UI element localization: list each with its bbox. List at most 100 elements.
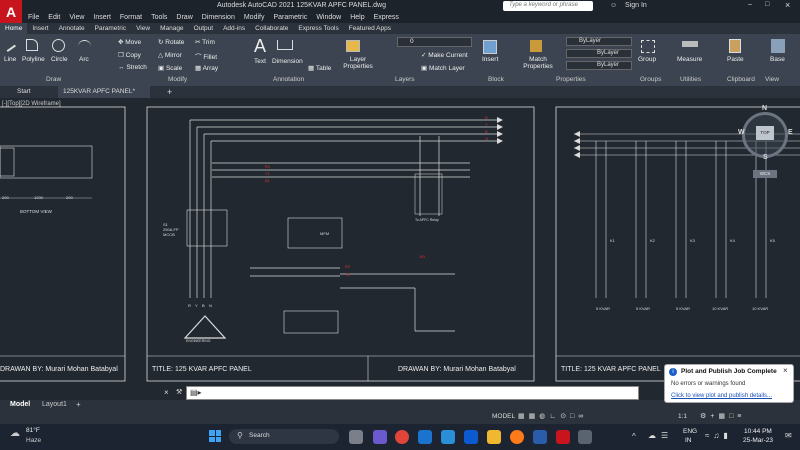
group-icon[interactable]	[641, 40, 655, 53]
file-explorer-icon[interactable]	[487, 430, 501, 444]
menu-express[interactable]: Express	[374, 14, 399, 21]
toast-link[interactable]: Click to view plot and publish details..…	[671, 393, 772, 399]
tab-insert[interactable]: Insert	[27, 23, 53, 34]
scale-tool[interactable]: ▣ Scale	[158, 64, 182, 72]
move-tool[interactable]: ✥ Move	[118, 38, 141, 46]
windows-start-icon[interactable]	[209, 430, 221, 442]
minimize-button[interactable]: –	[748, 1, 752, 8]
group-tool[interactable]: Group	[638, 56, 656, 63]
layer-properties-icon[interactable]	[346, 40, 360, 52]
wifi-volume-battery-icons[interactable]: ≈♫▮	[705, 431, 732, 440]
tab-output[interactable]: Output	[189, 23, 219, 34]
text-icon[interactable]: A	[254, 36, 266, 57]
edge-icon[interactable]	[441, 430, 455, 444]
circle-icon[interactable]	[52, 39, 65, 52]
menu-file[interactable]: File	[28, 14, 39, 21]
paste-icon[interactable]	[729, 39, 741, 53]
arc-icon[interactable]	[78, 40, 91, 53]
layer-properties-tool[interactable]: Layer Properties	[343, 56, 373, 70]
input-region[interactable]: IN	[685, 437, 692, 444]
menu-dimension[interactable]: Dimension	[202, 14, 235, 21]
store-icon[interactable]	[464, 430, 478, 444]
status-tools[interactable]: ⚙+▦□≡	[700, 412, 745, 420]
line-icon[interactable]	[2, 38, 16, 52]
tab-home[interactable]: Home	[0, 23, 28, 34]
lineweight-dropdown[interactable]: ByLayer	[566, 61, 632, 70]
chrome-icon[interactable]	[395, 430, 409, 444]
maximize-button[interactable]: □	[765, 1, 769, 8]
match-layer-tool[interactable]: ▣ Match Layer	[421, 64, 465, 72]
color-dropdown[interactable]: ByLayer	[566, 37, 632, 46]
polyline-icon[interactable]	[26, 39, 38, 51]
tab-view[interactable]: View	[131, 23, 155, 34]
insert-tool[interactable]: Insert	[482, 56, 498, 63]
firefox-icon[interactable]	[510, 430, 524, 444]
viewcube-top[interactable]: TOP	[756, 126, 774, 140]
menu-parametric[interactable]: Parametric	[273, 14, 307, 21]
stretch-tool[interactable]: ↔ Stretch	[118, 64, 147, 71]
base-tool[interactable]: Base	[770, 56, 785, 63]
insert-block-icon[interactable]	[483, 40, 497, 54]
tab-manage[interactable]: Manage	[155, 23, 189, 34]
arc-tool[interactable]: Arc	[79, 56, 89, 63]
match-properties-icon[interactable]	[530, 40, 542, 52]
autocad-logo[interactable]: A	[0, 0, 22, 24]
word-icon[interactable]	[533, 430, 547, 444]
paste-tool[interactable]: Paste	[727, 56, 744, 63]
taskbar-search[interactable]: ⚲ Search	[229, 429, 339, 444]
settings-icon[interactable]	[578, 430, 592, 444]
toast-close-button[interactable]: ×	[783, 366, 788, 375]
menu-help[interactable]: Help	[350, 14, 364, 21]
polyline-tool[interactable]: Polyline	[22, 56, 45, 63]
weather-text[interactable]: Haze	[26, 437, 41, 444]
layer-dropdown[interactable]: 0	[397, 37, 472, 47]
notifications-icon[interactable]: ✉	[785, 431, 792, 440]
tab-model[interactable]: Model	[10, 401, 30, 408]
command-line[interactable]: ▤▸	[186, 386, 639, 400]
model-space-button[interactable]: MODEL	[492, 413, 515, 420]
menu-edit[interactable]: Edit	[48, 14, 60, 21]
menu-view[interactable]: View	[69, 14, 84, 21]
measure-icon[interactable]	[682, 41, 698, 47]
trim-tool[interactable]: ✂ Trim	[195, 38, 215, 46]
viewcube-north[interactable]: N	[762, 105, 767, 112]
user-icon[interactable]: ☺	[610, 2, 617, 9]
tab-active-drawing[interactable]: 125KVAR APFC PANEL*	[58, 86, 150, 98]
viewcube-south[interactable]: S	[763, 154, 768, 161]
menu-format[interactable]: Format	[120, 14, 142, 21]
sign-in-label[interactable]: Sign In	[625, 2, 647, 9]
drafting-toggles[interactable]: ▦▦◍∟⊙□∞	[518, 412, 587, 420]
tab-layout1[interactable]: Layout1	[42, 401, 67, 408]
tab-featured-apps[interactable]: Featured Apps	[344, 23, 396, 34]
teams-icon[interactable]	[373, 430, 387, 444]
clock-date[interactable]: 25-Mar-23	[743, 437, 773, 444]
weather-temp[interactable]: 81°F	[26, 427, 40, 434]
dimension-tool[interactable]: Dimension	[272, 58, 303, 65]
make-current-tool[interactable]: ✓ Make Current	[421, 51, 468, 59]
line-tool[interactable]: Line	[4, 56, 16, 63]
menu-tools[interactable]: Tools	[151, 14, 167, 21]
match-properties-tool[interactable]: Match Properties	[522, 56, 554, 70]
plot-publish-notification[interactable]: i Plot and Publish Job Complete × No err…	[664, 364, 794, 403]
menu-modify[interactable]: Modify	[244, 14, 265, 21]
wcs-menu[interactable]: WCS	[753, 170, 777, 178]
mail-icon[interactable]	[418, 430, 432, 444]
copy-tool[interactable]: ❐ Copy	[118, 51, 141, 59]
wrench-icon[interactable]: ⚒	[176, 388, 182, 396]
menu-insert[interactable]: Insert	[93, 14, 111, 21]
menu-window[interactable]: Window	[316, 14, 341, 21]
show-hidden-icons[interactable]: ^	[632, 432, 636, 441]
tab-parametric[interactable]: Parametric	[90, 23, 131, 34]
tray-icons[interactable]: ☁☰	[648, 431, 673, 440]
menu-draw[interactable]: Draw	[176, 14, 192, 21]
tab-collaborate[interactable]: Collaborate	[250, 23, 293, 34]
drawing-canvas[interactable]: [-][Top][2D Wireframe] R1 Y1 B1 R2 Y2 B3…	[0, 98, 800, 383]
linetype-dropdown[interactable]: ByLayer	[566, 49, 632, 58]
weather-icon[interactable]: ☁	[10, 428, 20, 439]
dimension-icon[interactable]	[277, 40, 293, 50]
close-command-icon[interactable]: ×	[164, 388, 169, 397]
new-tab-button[interactable]: +	[162, 86, 177, 98]
clock-time[interactable]: 10:44 PM	[744, 428, 772, 435]
tab-annotate[interactable]: Annotate	[54, 23, 90, 34]
autocad-taskbar-icon[interactable]	[556, 430, 570, 444]
